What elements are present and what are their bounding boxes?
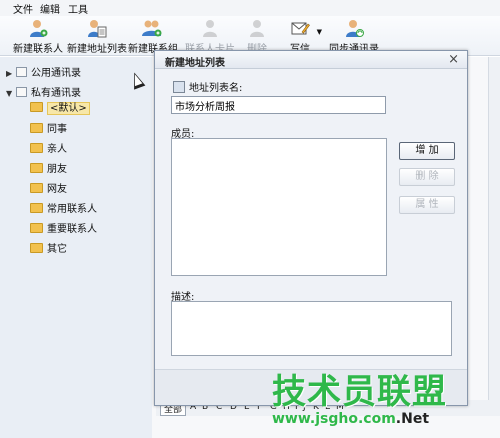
folder-default[interactable]: <默认> [30, 101, 90, 117]
folder-label: 同事 [47, 124, 67, 135]
tree-public-book[interactable]: ▶ 公用通讯录 [6, 64, 81, 79]
watermark-url-suffix: .Net [395, 411, 430, 427]
collapse-arrow-icon[interactable]: ▼ [6, 89, 16, 98]
folder-icon [30, 102, 43, 112]
folder-colleagues[interactable]: 同事 [30, 122, 67, 138]
expand-arrow-icon[interactable]: ▶ [6, 69, 16, 78]
folder-label: 其它 [47, 244, 67, 255]
folder-friends[interactable]: 朋友 [30, 162, 67, 178]
book-icon [16, 87, 27, 97]
folder-label: <默认> [47, 102, 90, 115]
menu-edit[interactable]: 编辑 [40, 1, 60, 16]
members-listbox[interactable] [171, 138, 387, 276]
menu-file[interactable]: 文件 [13, 1, 33, 16]
public-book-label: 公用通讯录 [31, 68, 81, 79]
new-list-button[interactable]: 新建地址列表 [67, 16, 127, 56]
folder-frequent[interactable]: 常用联系人 [30, 202, 97, 218]
folder-icon [30, 223, 43, 233]
folder-icon [30, 123, 43, 133]
address-list-icon [173, 81, 185, 93]
folder-icon [30, 183, 43, 193]
new-group-icon [142, 20, 162, 37]
new-contact-icon [30, 20, 48, 37]
folder-icon [30, 143, 43, 153]
dialog-title: 新建地址列表 [165, 58, 225, 69]
new-list-label: 新建地址列表 [67, 44, 127, 55]
dialog-titlebar[interactable]: 新建地址列表 × [155, 51, 467, 69]
folder-family[interactable]: 亲人 [30, 142, 67, 158]
list-name-label: 地址列表名: [173, 79, 242, 94]
folder-icon [30, 243, 43, 253]
private-book-label: 私有通讯录 [31, 88, 81, 99]
folder-label: 亲人 [47, 144, 67, 155]
folder-label: 网友 [47, 184, 67, 195]
menu-bar: 文件 编辑 工具 [0, 0, 500, 16]
scrollbar[interactable] [488, 57, 500, 400]
folder-label: 朋友 [47, 164, 67, 175]
folder-other[interactable]: 其它 [30, 242, 67, 258]
description-textarea[interactable] [171, 301, 452, 356]
properties-button[interactable]: 属 性 [399, 196, 455, 214]
folder-netfriends[interactable]: 网友 [30, 182, 67, 198]
remove-button[interactable]: 删 除 [399, 168, 455, 186]
new-list-icon [88, 20, 107, 38]
list-name-label-text: 地址列表名: [189, 83, 243, 94]
folder-icon [30, 163, 43, 173]
book-icon [16, 67, 27, 77]
sync-icon [346, 20, 364, 37]
write-mail-icon [291, 22, 310, 35]
delete-icon [250, 20, 264, 37]
menu-tools[interactable]: 工具 [68, 1, 88, 16]
folder-label: 常用联系人 [47, 204, 97, 215]
tree-private-book[interactable]: ▼ 私有通讯录 [6, 84, 81, 99]
watermark-url: www.jsgho.com.Net [272, 411, 429, 427]
folder-label: 重要联系人 [47, 224, 97, 235]
close-icon[interactable]: × [448, 52, 459, 67]
add-button[interactable]: 增 加 [399, 142, 455, 160]
folder-important[interactable]: 重要联系人 [30, 222, 97, 238]
folder-icon [30, 203, 43, 213]
list-name-input[interactable] [171, 96, 386, 114]
watermark-logo-text: 技术员联盟 [272, 372, 447, 412]
new-contact-label: 新建联系人 [13, 44, 63, 55]
watermark-url-prefix: www.jsgho.com [272, 411, 396, 427]
site-watermark: 技术员联盟 www.jsgho.com.Net [272, 364, 500, 438]
write-mail-dropdown-icon[interactable]: ▼ [317, 28, 322, 36]
contact-card-icon [203, 20, 217, 37]
new-contact-button[interactable]: 新建联系人 [12, 16, 64, 56]
new-address-list-dialog: 新建地址列表 × 地址列表名: 成员: 增 加 删 除 属 性 描述: [154, 50, 468, 406]
